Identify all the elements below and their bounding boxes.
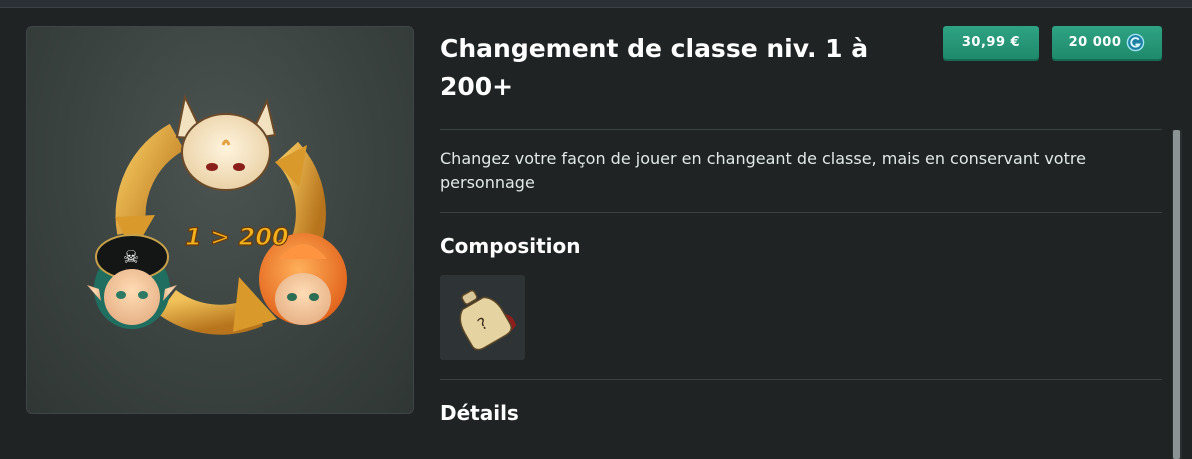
- buy-euro-button[interactable]: 30,99 €: [943, 26, 1039, 59]
- svg-text:☠: ☠: [123, 247, 139, 268]
- divider: [440, 129, 1162, 130]
- level-range-text: 1 > 200: [185, 223, 289, 251]
- product-title: Changement de classe niv. 1 à 200+: [440, 34, 869, 101]
- composition-heading: Composition: [440, 234, 581, 258]
- ogrine-icon: [1127, 33, 1145, 52]
- composition-item[interactable]: ?: [440, 275, 525, 360]
- product-image: ☠ 1 > 200: [26, 26, 414, 414]
- price-euro-label: 30,99 €: [961, 35, 1021, 50]
- divider: [440, 379, 1162, 380]
- potion-bottle-icon: ?: [459, 289, 516, 351]
- divider: [440, 212, 1162, 213]
- top-bar: [0, 0, 1192, 8]
- buy-ogrines-button[interactable]: 20 000: [1052, 26, 1162, 59]
- fox-character-icon: [175, 93, 277, 191]
- price-ogrines-label: 20 000: [1068, 35, 1122, 50]
- scrollbar-thumb[interactable]: [1173, 130, 1180, 459]
- product-description: Changez votre façon de jouer en changean…: [440, 149, 1086, 192]
- details-heading: Détails: [440, 401, 519, 425]
